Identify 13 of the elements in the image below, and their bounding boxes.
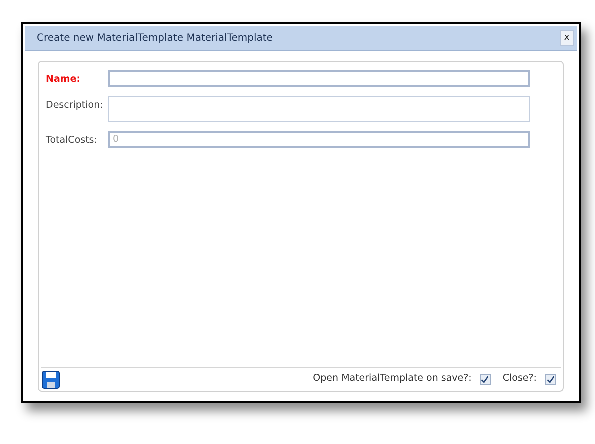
input-field[interactable] <box>108 70 530 87</box>
field-label: Description: <box>46 99 104 114</box>
option-label: Close?: <box>502 372 537 386</box>
close-button[interactable]: x <box>560 30 574 46</box>
field-label: TotalCosts: <box>46 134 98 148</box>
field-label: Name: <box>46 73 82 87</box>
checkbox[interactable] <box>480 374 491 385</box>
save-icon[interactable] <box>42 370 60 388</box>
checkbox[interactable] <box>545 374 556 385</box>
window-title: Create new MaterialTemplate MaterialTemplate <box>37 32 273 46</box>
input-field[interactable] <box>108 96 530 122</box>
input-field[interactable]: 0 <box>108 131 530 148</box>
option-label: Open MaterialTemplate on save?: <box>313 372 472 386</box>
